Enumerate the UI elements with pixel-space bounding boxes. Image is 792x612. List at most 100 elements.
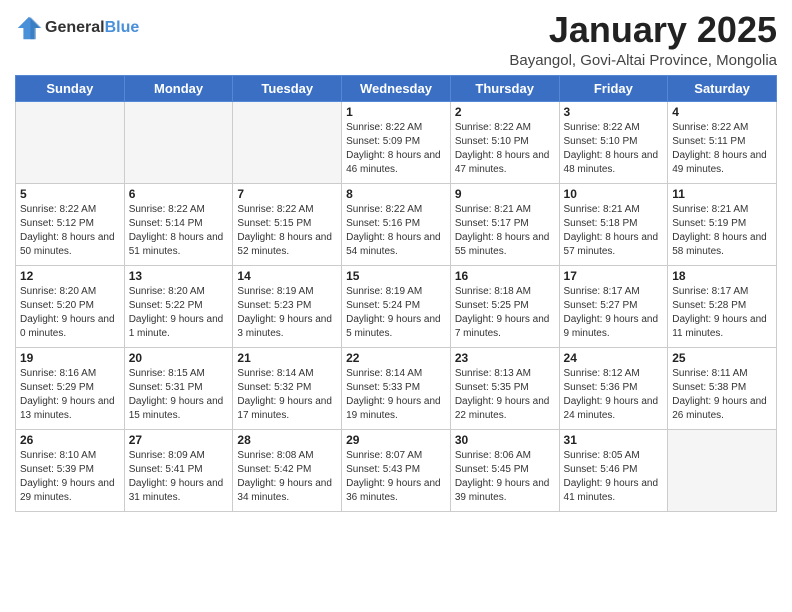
day-number: 15 [346, 269, 446, 283]
title-block: January 2025 Bayangol, Govi-Altai Provin… [509, 10, 777, 69]
calendar-cell: 28 Sunrise: 8:08 AMSunset: 5:42 PMDayligh… [233, 429, 342, 511]
day-info: Sunrise: 8:09 AMSunset: 5:41 PMDaylight:… [129, 449, 229, 505]
calendar-cell: 15 Sunrise: 8:19 AMSunset: 5:24 PMDayligh… [342, 265, 451, 347]
month-title: January 2025 [509, 10, 777, 50]
day-info: Sunrise: 8:20 AMSunset: 5:22 PMDaylight:… [129, 285, 229, 341]
day-number: 19 [20, 351, 120, 365]
day-number: 14 [237, 269, 337, 283]
day-info: Sunrise: 8:14 AMSunset: 5:32 PMDaylight:… [237, 367, 337, 423]
day-info: Sunrise: 8:22 AMSunset: 5:11 PMDaylight:… [672, 121, 772, 177]
day-number: 17 [564, 269, 664, 283]
calendar-cell: 7 Sunrise: 8:22 AMSunset: 5:15 PMDaylight… [233, 183, 342, 265]
calendar-cell: 31 Sunrise: 8:05 AMSunset: 5:46 PMDayligh… [559, 429, 668, 511]
day-number: 16 [455, 269, 555, 283]
day-number: 7 [237, 187, 337, 201]
calendar-cell: 5Sunrise: 8:22 AMSunset: 5:12 PMDaylight… [16, 183, 125, 265]
calendar-body: 1 Sunrise: 8:22 AMSunset: 5:09 PMDaylight… [16, 101, 777, 511]
day-number: 9 [455, 187, 555, 201]
calendar-week-3: 12 Sunrise: 8:20 AMSunset: 5:20 PMDayligh… [16, 265, 777, 347]
day-info: Sunrise: 8:17 AMSunset: 5:27 PMDaylight:… [564, 285, 664, 341]
day-info: Sunrise: 8:22 AMSunset: 5:10 PMDaylight:… [564, 121, 664, 177]
calendar-cell: 16 Sunrise: 8:18 AMSunset: 5:25 PMDayligh… [450, 265, 559, 347]
day-info: Sunrise: 8:08 AMSunset: 5:42 PMDaylight:… [237, 449, 337, 505]
day-info: Sunrise: 8:17 AMSunset: 5:28 PMDaylight:… [672, 285, 772, 341]
calendar-cell: 9 Sunrise: 8:21 AMSunset: 5:17 PMDaylight… [450, 183, 559, 265]
day-number: 22 [346, 351, 446, 365]
day-info: Sunrise: 8:22 AMSunset: 5:10 PMDaylight:… [455, 121, 555, 177]
day-number: 8 [346, 187, 446, 201]
calendar-week-1: 1 Sunrise: 8:22 AMSunset: 5:09 PMDaylight… [16, 101, 777, 183]
header-monday: Monday [124, 75, 233, 101]
header-friday: Friday [559, 75, 668, 101]
day-number: 26 [20, 433, 120, 447]
day-number: 3 [564, 105, 664, 119]
header-wednesday: Wednesday [342, 75, 451, 101]
day-info: Sunrise: 8:10 AMSunset: 5:39 PMDaylight:… [20, 449, 120, 505]
day-info: Sunrise: 8:21 AMSunset: 5:17 PMDaylight:… [455, 203, 555, 259]
day-number: 2 [455, 105, 555, 119]
calendar-cell: 19 Sunrise: 8:16 AMSunset: 5:29 PMDayligh… [16, 347, 125, 429]
day-number: 23 [455, 351, 555, 365]
header: GeneralBlue January 2025 Bayangol, Govi-… [15, 10, 777, 69]
calendar-cell: 30Sunrise: 8:06 AMSunset: 5:45 PMDayligh… [450, 429, 559, 511]
day-info: Sunrise: 8:22 AMSunset: 5:14 PMDaylight:… [129, 203, 229, 259]
calendar-cell: 1 Sunrise: 8:22 AMSunset: 5:09 PMDaylight… [342, 101, 451, 183]
day-number: 1 [346, 105, 446, 119]
calendar-week-5: 26 Sunrise: 8:10 AMSunset: 5:39 PMDayligh… [16, 429, 777, 511]
day-number: 5 [20, 187, 120, 201]
calendar-cell: 13 Sunrise: 8:20 AMSunset: 5:22 PMDayligh… [124, 265, 233, 347]
calendar-cell [668, 429, 777, 511]
calendar-cell: 10Sunrise: 8:21 AMSunset: 5:18 PMDayligh… [559, 183, 668, 265]
day-number: 31 [564, 433, 664, 447]
day-number: 20 [129, 351, 229, 365]
calendar-cell [233, 101, 342, 183]
logo: GeneralBlue [15, 14, 139, 42]
header-sunday: Sunday [16, 75, 125, 101]
day-number: 13 [129, 269, 229, 283]
calendar-week-2: 5Sunrise: 8:22 AMSunset: 5:12 PMDaylight… [16, 183, 777, 265]
calendar-cell: 6 Sunrise: 8:22 AMSunset: 5:14 PMDaylight… [124, 183, 233, 265]
calendar-cell: 3 Sunrise: 8:22 AMSunset: 5:10 PMDaylight… [559, 101, 668, 183]
page-container: GeneralBlue January 2025 Bayangol, Govi-… [0, 0, 792, 522]
day-number: 28 [237, 433, 337, 447]
calendar-table: Sunday Monday Tuesday Wednesday Thursday… [15, 75, 777, 512]
day-number: 4 [672, 105, 772, 119]
day-info: Sunrise: 8:22 AMSunset: 5:09 PMDaylight:… [346, 121, 446, 177]
day-info: Sunrise: 8:13 AMSunset: 5:35 PMDaylight:… [455, 367, 555, 423]
day-info: Sunrise: 8:19 AMSunset: 5:24 PMDaylight:… [346, 285, 446, 341]
day-number: 27 [129, 433, 229, 447]
day-number: 12 [20, 269, 120, 283]
weekday-header-row: Sunday Monday Tuesday Wednesday Thursday… [16, 75, 777, 101]
day-info: Sunrise: 8:18 AMSunset: 5:25 PMDaylight:… [455, 285, 555, 341]
calendar-cell: 22 Sunrise: 8:14 AMSunset: 5:33 PMDayligh… [342, 347, 451, 429]
day-info: Sunrise: 8:05 AMSunset: 5:46 PMDaylight:… [564, 449, 664, 505]
day-info: Sunrise: 8:19 AMSunset: 5:23 PMDaylight:… [237, 285, 337, 341]
calendar-cell: 20 Sunrise: 8:15 AMSunset: 5:31 PMDayligh… [124, 347, 233, 429]
subtitle: Bayangol, Govi-Altai Province, Mongolia [509, 52, 777, 69]
calendar-cell: 14 Sunrise: 8:19 AMSunset: 5:23 PMDayligh… [233, 265, 342, 347]
day-info: Sunrise: 8:16 AMSunset: 5:29 PMDaylight:… [20, 367, 120, 423]
day-number: 25 [672, 351, 772, 365]
calendar-cell: 12 Sunrise: 8:20 AMSunset: 5:20 PMDayligh… [16, 265, 125, 347]
day-info: Sunrise: 8:22 AMSunset: 5:16 PMDaylight:… [346, 203, 446, 259]
calendar-cell: 21Sunrise: 8:14 AMSunset: 5:32 PMDayligh… [233, 347, 342, 429]
day-number: 18 [672, 269, 772, 283]
day-info: Sunrise: 8:22 AMSunset: 5:15 PMDaylight:… [237, 203, 337, 259]
day-info: Sunrise: 8:11 AMSunset: 5:38 PMDaylight:… [672, 367, 772, 423]
calendar-cell: 25 Sunrise: 8:11 AMSunset: 5:38 PMDayligh… [668, 347, 777, 429]
day-number: 24 [564, 351, 664, 365]
calendar-cell [16, 101, 125, 183]
calendar-cell: 17 Sunrise: 8:17 AMSunset: 5:27 PMDayligh… [559, 265, 668, 347]
day-info: Sunrise: 8:20 AMSunset: 5:20 PMDaylight:… [20, 285, 120, 341]
day-number: 11 [672, 187, 772, 201]
logo-text: GeneralBlue [45, 19, 139, 37]
header-saturday: Saturday [668, 75, 777, 101]
calendar-cell: 8 Sunrise: 8:22 AMSunset: 5:16 PMDaylight… [342, 183, 451, 265]
calendar-cell: 2 Sunrise: 8:22 AMSunset: 5:10 PMDaylight… [450, 101, 559, 183]
logo-icon [15, 14, 43, 42]
calendar-cell: 11Sunrise: 8:21 AMSunset: 5:19 PMDayligh… [668, 183, 777, 265]
day-info: Sunrise: 8:15 AMSunset: 5:31 PMDaylight:… [129, 367, 229, 423]
day-info: Sunrise: 8:14 AMSunset: 5:33 PMDaylight:… [346, 367, 446, 423]
day-number: 6 [129, 187, 229, 201]
calendar-cell: 29Sunrise: 8:07 AMSunset: 5:43 PMDayligh… [342, 429, 451, 511]
